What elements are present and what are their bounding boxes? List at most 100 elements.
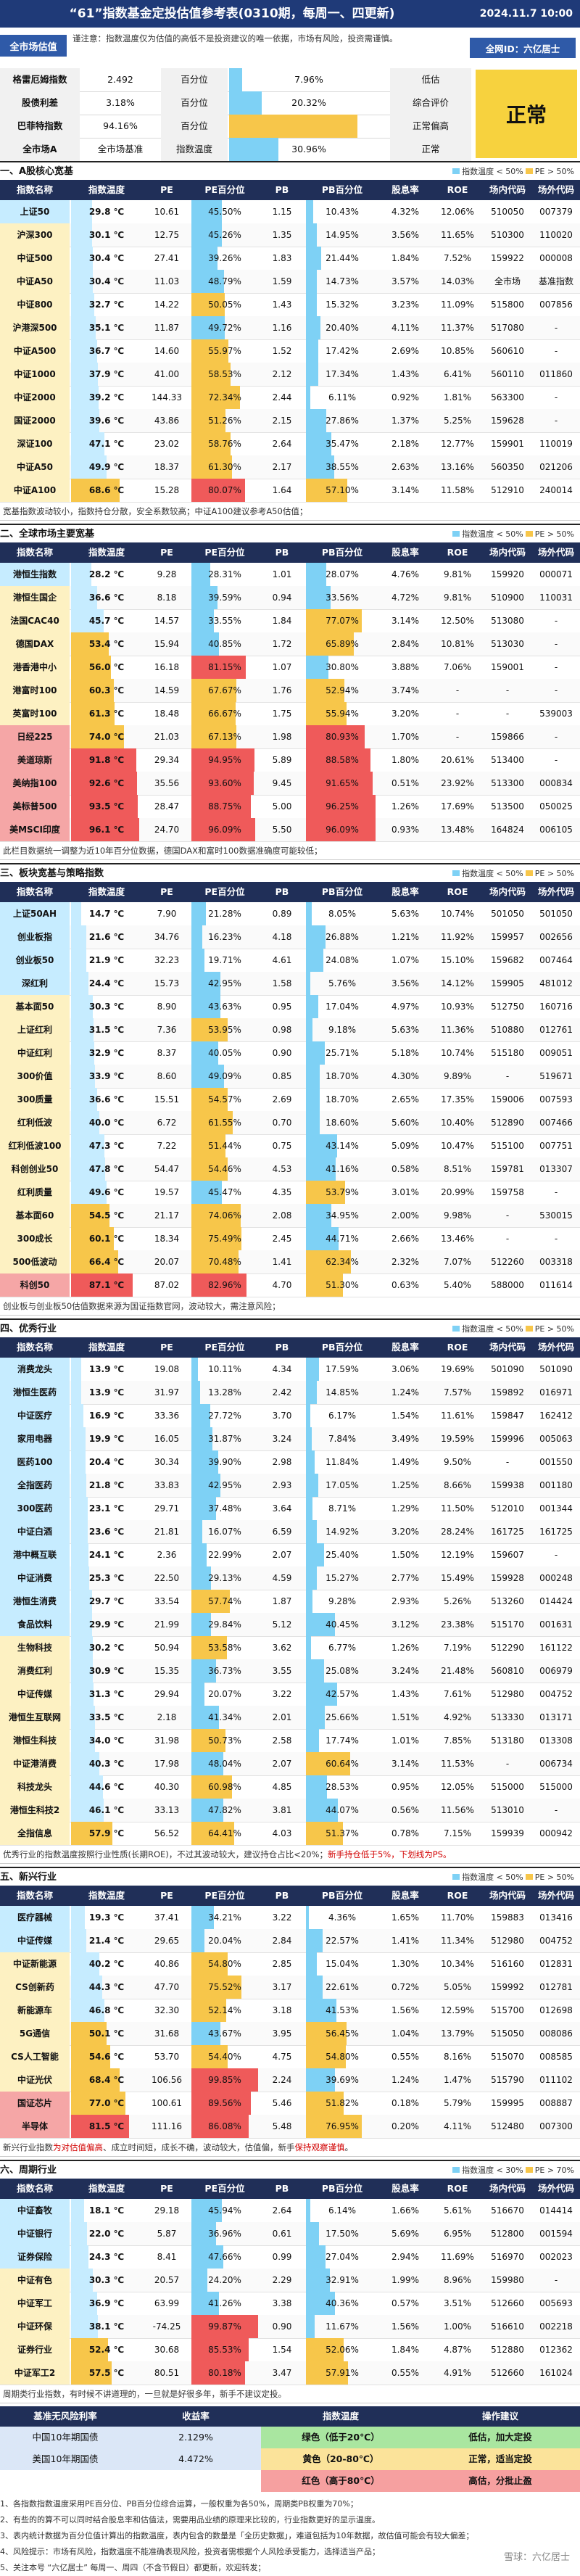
cell-roe: 11.61%: [432, 1404, 483, 1427]
cell-value: 3.74%: [391, 685, 420, 695]
cell-value: 3.17: [272, 1982, 292, 1992]
cell-value: 1.59: [272, 276, 292, 286]
cell-pb: 3.62: [260, 1636, 304, 1659]
cell-value: 1.26%: [391, 1643, 420, 1653]
cell-c1: 515100: [484, 1134, 531, 1157]
cell-value: 1.30%: [391, 1959, 420, 1969]
cell-value: 515100: [491, 1141, 524, 1151]
cell-temp: 68.6 ℃: [71, 479, 142, 502]
cell-pe: 11.03: [144, 270, 190, 293]
cell-c1: 159905: [484, 972, 531, 995]
temp-bar: [71, 1381, 81, 1404]
cell-value: 53.79%: [326, 1187, 359, 1197]
cell-pep: 58.53%: [191, 363, 258, 386]
cell-c1: 159939: [484, 1822, 531, 1845]
cell-value: -: [455, 685, 460, 695]
cell-roe: 1.00%: [432, 2315, 483, 2338]
cell-name: CS创新药: [0, 1976, 70, 1999]
cell-value: 28.53%: [326, 1782, 359, 1792]
cell-value: 2.98: [272, 1457, 292, 1467]
cell-value: 1.80%: [391, 755, 420, 765]
cell-value: 8.66%: [443, 1480, 472, 1490]
cell-c2: 240014: [532, 479, 580, 502]
cell-name: 中证有色: [0, 2269, 70, 2292]
cell-dy: 4.72%: [380, 586, 431, 609]
cell-value: 45.26%: [208, 230, 241, 240]
cell-pe: 21.81: [144, 1520, 190, 1543]
cell-pe: 33.36: [144, 1404, 190, 1427]
header-cell: 股息率: [392, 1890, 419, 1901]
cell-value: 32.23: [154, 955, 180, 965]
cell-pep: 53.95%: [191, 1018, 258, 1041]
cell-value: 全市场: [494, 276, 521, 286]
cell-pep: 55.97%: [191, 339, 258, 363]
cell-value: 0.63%: [391, 1280, 420, 1290]
cell-value: 11.03: [154, 276, 180, 286]
cell-roe: 7.19%: [432, 1636, 483, 1659]
pct-bar: [306, 1088, 320, 1111]
cell-name: 300价值: [0, 1065, 70, 1088]
cell-value: 512660: [491, 2298, 524, 2308]
cell-value: 13.9 ℃: [88, 1387, 125, 1398]
cell-value: 29.65: [154, 1936, 180, 1946]
header-cell: PE百分位: [204, 1342, 245, 1353]
cell-pb: 2.12: [260, 363, 304, 386]
cell-dy: 3.20%: [380, 702, 431, 725]
cell-value: 008086: [539, 2028, 573, 2039]
cell-c1: 159938: [484, 1474, 531, 1497]
cell-value: 科创创业50: [11, 1164, 59, 1174]
cell-value: 33.36: [154, 1411, 180, 1421]
cell-value: 4.92%: [443, 1712, 472, 1722]
cell-value: 港恒生消费: [12, 1596, 57, 1606]
cell-roe: 6.95%: [432, 2222, 483, 2245]
cell-value: 513400: [491, 755, 524, 765]
cell-temp: 30.9 ℃: [71, 1659, 142, 1683]
cell-value: 4.03: [272, 1828, 292, 1838]
cell-value: 110019: [539, 439, 573, 449]
cell-value: 74.0 ℃: [88, 732, 125, 742]
cell-value: 17.69%: [441, 801, 474, 812]
cell-pep: 47.82%: [191, 1799, 258, 1822]
cell-pep: 94.95%: [191, 748, 258, 772]
cell-value: 93.60%: [208, 778, 241, 788]
legend-a-text: 指数温度 < 50%: [462, 167, 523, 176]
cell-roe: 12.19%: [432, 1543, 483, 1566]
cell-pb: 1.76: [260, 679, 304, 702]
cell-name: 科创创业50: [0, 1157, 70, 1181]
cell-value: 5.63%: [391, 1025, 420, 1035]
header-cell: 场外代码: [537, 184, 574, 195]
legend-swatch-b: [525, 2167, 533, 2173]
cell-value: 34.95%: [326, 1210, 359, 1221]
cell-value: 3.22: [272, 1689, 292, 1699]
table-row: 港富时100 60.3 ℃ 14.59 67.67% 1.76 52.94% 3.74% - -…: [0, 679, 580, 703]
cell-value: 中证环保: [17, 2321, 52, 2332]
pct-bar: [191, 1543, 207, 1566]
cell-value: 中证500: [17, 253, 53, 263]
cell-roe: 10.93%: [432, 995, 483, 1018]
pct-bar: [306, 1706, 325, 1729]
cell-pbp: 17.42%: [306, 339, 378, 363]
cell-value: 5.89: [272, 755, 292, 765]
cell-c1: 159928: [484, 1566, 531, 1590]
note-text: 创业板与创业板50估值数据来源为国证指数官网，波动较大，需注意风险；: [3, 1301, 281, 1311]
cell-c2: -: [532, 632, 580, 656]
cell-value: 23.1 ℃: [88, 1503, 125, 1514]
temp-bar: [71, 902, 82, 925]
legend-swatch-b: [525, 870, 533, 876]
pct-bar: [306, 1041, 325, 1065]
cell-value: 516670: [491, 2205, 524, 2216]
cell-c2: 162412: [532, 1404, 580, 1427]
legend-b-text: PE > 50%: [534, 869, 574, 878]
header-cell: PB: [275, 547, 289, 558]
cell-value: 30.9 ℃: [88, 1666, 125, 1676]
pct-bar: [306, 995, 319, 1018]
cell-c2: -: [532, 609, 580, 632]
cell-dy: 1.54%: [380, 1404, 431, 1427]
cell-value: 29.34: [154, 755, 180, 765]
cell-c2: 001180: [532, 1474, 580, 1497]
cell-pep: 45.50%: [191, 200, 258, 223]
table-row: 300质量 36.6 ℃ 15.51 54.57% 2.69 18.70% 2.65% 17.…: [0, 1088, 580, 1112]
cell-value: 009051: [539, 1048, 573, 1058]
cell-pep: 85.53%: [191, 2338, 258, 2361]
cell-c1: 159607: [484, 1543, 531, 1566]
